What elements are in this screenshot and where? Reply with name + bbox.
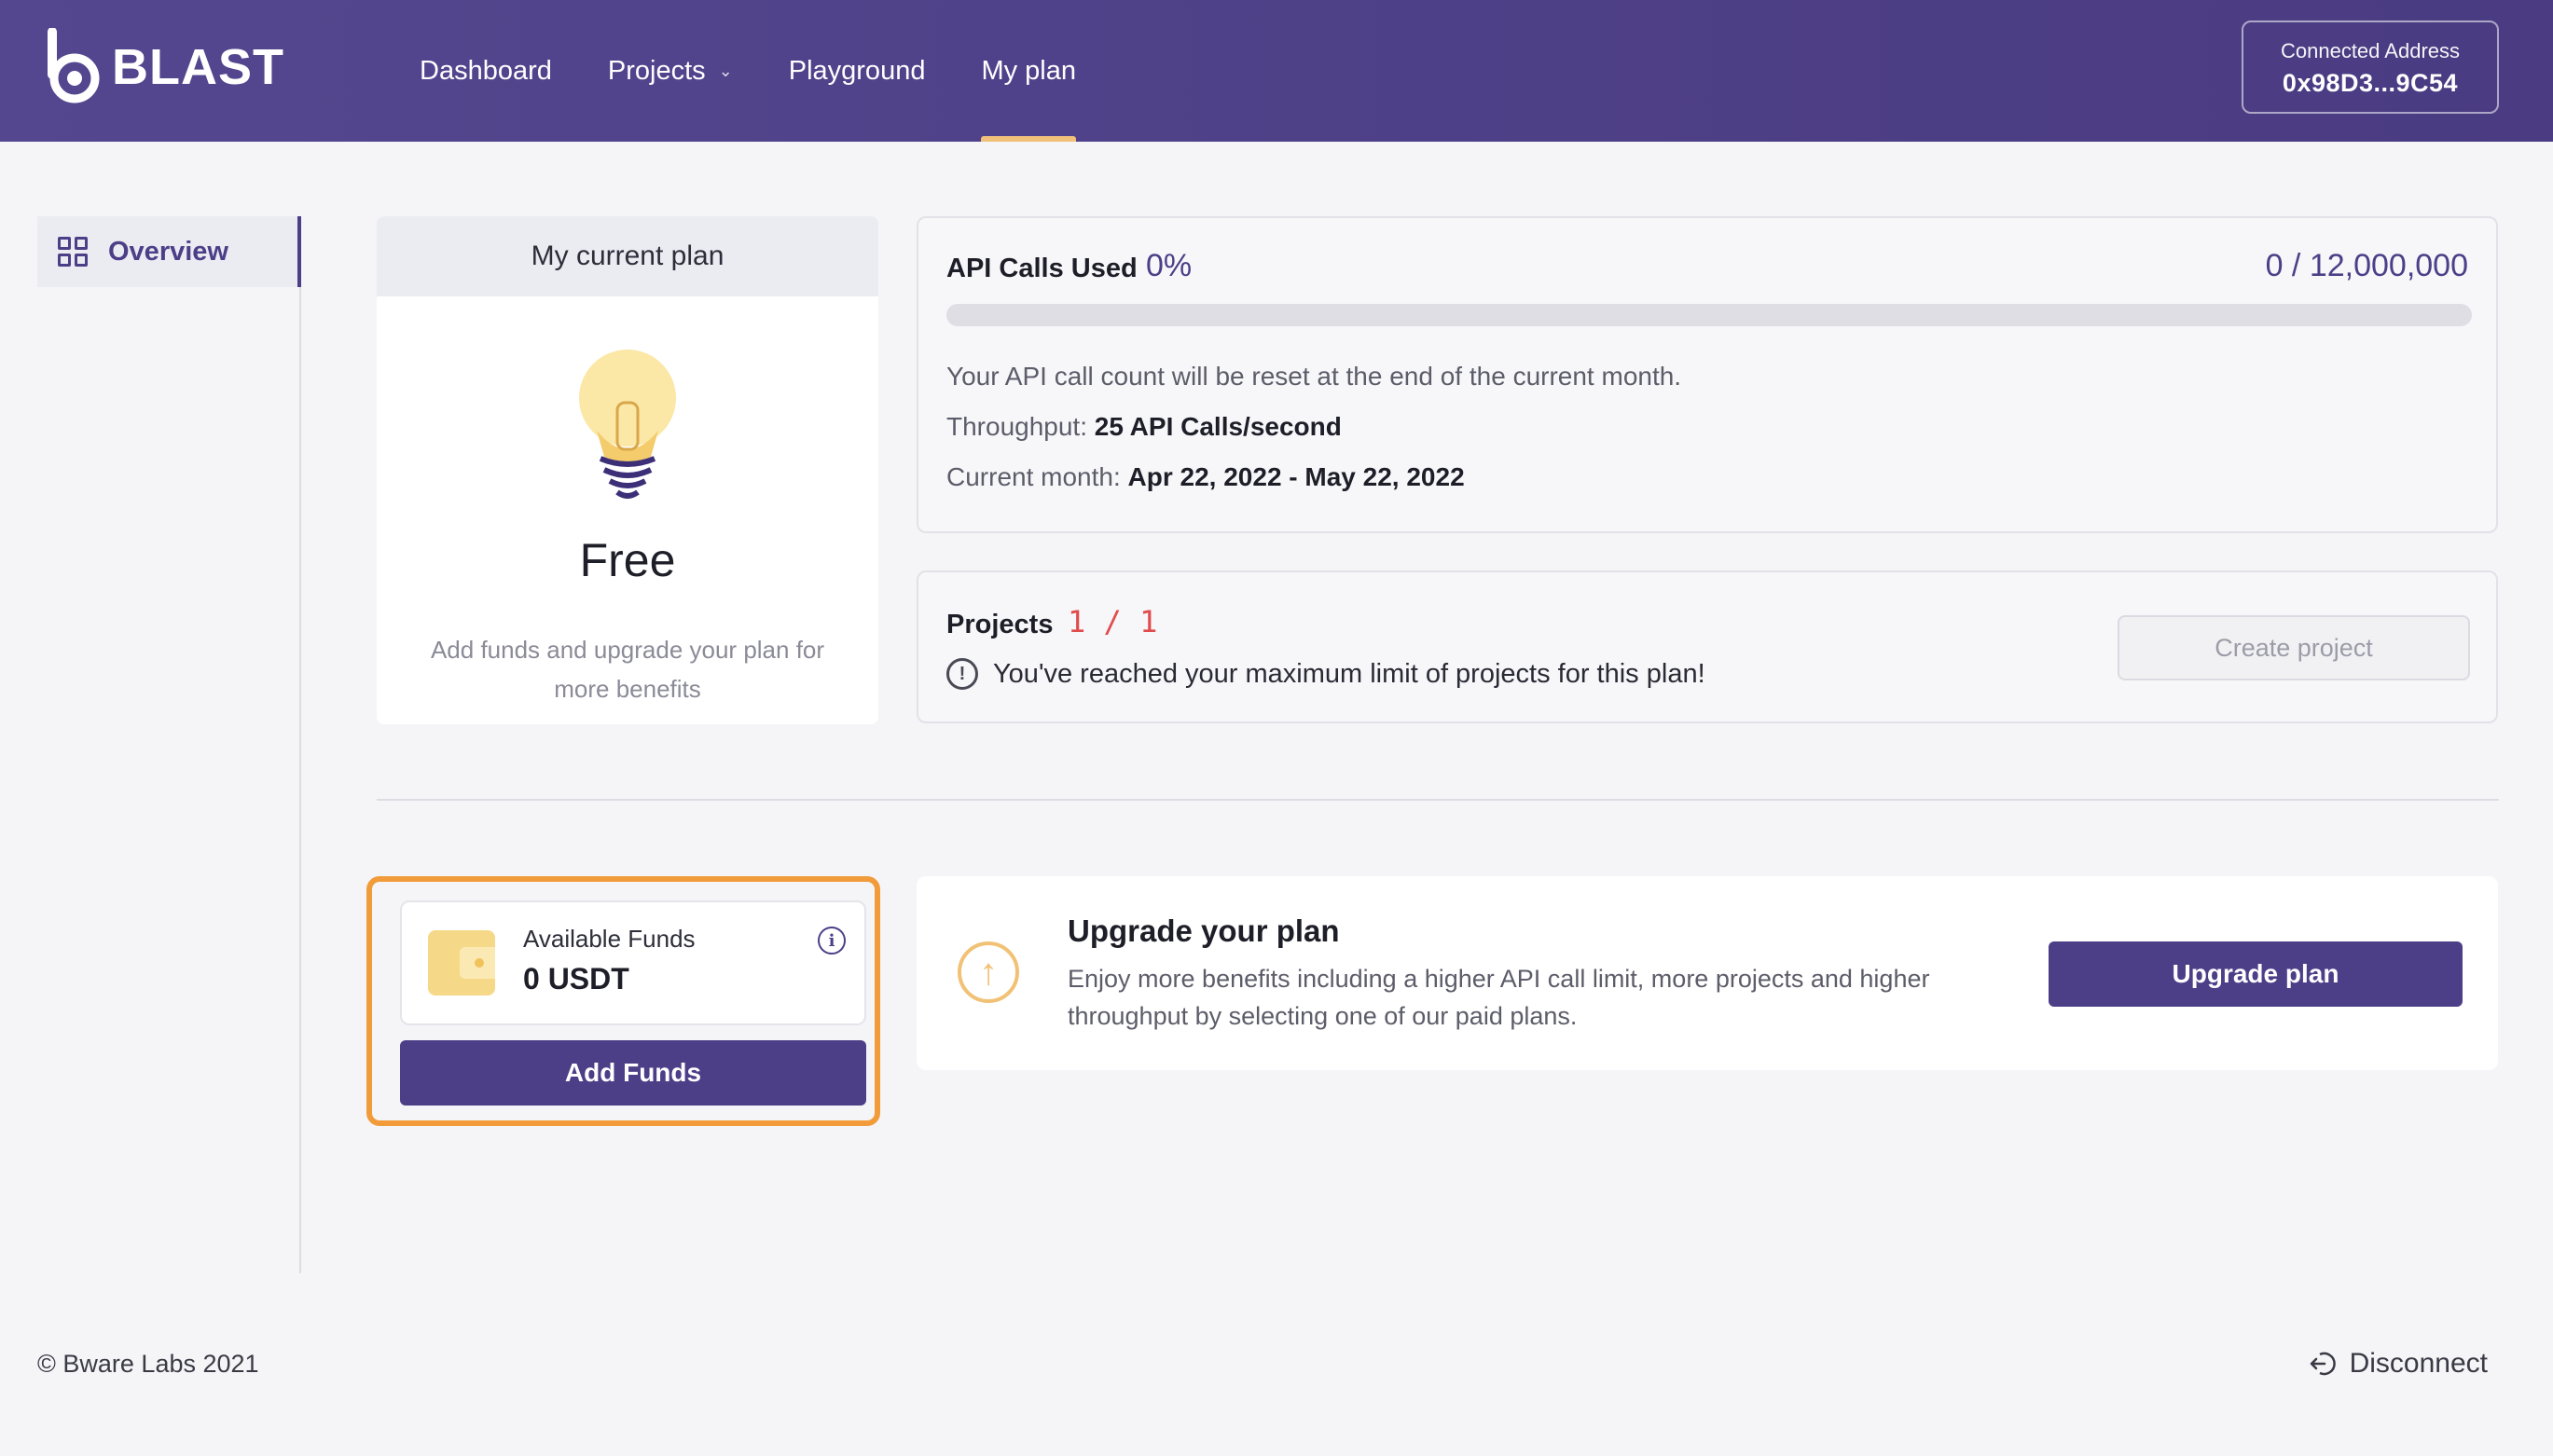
connected-address-label: Connected Address <box>2280 39 2461 62</box>
api-reset-note: Your API call count will be reset at the… <box>946 362 1682 391</box>
projects-count: 1 / 1 <box>1068 604 1158 639</box>
plan-card-header: My current plan <box>377 216 878 296</box>
grid-icon <box>58 237 88 267</box>
nav-dashboard[interactable]: Dashboard <box>420 0 552 142</box>
projects-card: Projects 1 / 1 ! You've reached your max… <box>917 570 2498 723</box>
logo-text: BLAST <box>112 39 284 95</box>
throughput-row: Throughput: 25 API Calls/second <box>946 412 1342 442</box>
sidebar-item-label: Overview <box>108 236 228 267</box>
connected-address-value: 0x98D3...9C54 <box>2282 69 2459 97</box>
available-funds-value: 0 USDT <box>523 962 629 996</box>
api-calls-count: 0 / 12,000,000 <box>2265 248 2468 283</box>
wallet-icon <box>428 930 495 996</box>
plan-name: Free <box>579 534 676 586</box>
disconnect-button[interactable]: Disconnect <box>2309 1348 2488 1380</box>
nav-label: Projects <box>607 55 706 86</box>
create-project-button[interactable]: Create project <box>2118 615 2470 680</box>
chevron-down-icon: ⌄ <box>718 61 733 80</box>
section-divider <box>377 799 2499 801</box>
current-month-row: Current month: Apr 22, 2022 - May 22, 20… <box>946 462 1465 492</box>
projects-limit-warning: ! You've reached your maximum limit of p… <box>946 658 1705 690</box>
plan-description: Add funds and upgrade your plan for more… <box>430 636 825 703</box>
available-funds-label: Available Funds <box>523 925 696 953</box>
projects-title: Projects <box>946 610 1054 639</box>
nav-my-plan[interactable]: My plan <box>981 0 1076 142</box>
sidebar-item-overview[interactable]: Overview <box>37 216 301 287</box>
upgrade-description: Enjoy more benefits including a higher A… <box>1068 965 1930 1030</box>
nav-label: My plan <box>981 55 1076 86</box>
nav-playground[interactable]: Playground <box>789 0 926 142</box>
lightbulb-icon <box>579 350 676 499</box>
sidebar-divider <box>299 216 301 1273</box>
current-plan-card: My current plan Free Add funds and upgra… <box>377 216 878 724</box>
main-nav: Dashboard Projects ⌄ Playground My plan <box>420 0 1132 142</box>
logout-icon <box>2310 1352 2336 1376</box>
upgrade-title: Upgrade your plan <box>1068 913 1340 948</box>
copyright-text: © Bware Labs 2021 <box>37 1350 259 1378</box>
top-nav-bar: BLAST Dashboard Projects ⌄ Playground My… <box>0 0 2553 142</box>
current-month-label: Current month: <box>946 462 1121 491</box>
disconnect-label: Disconnect <box>2349 1348 2488 1379</box>
projects-warning-text: You've reached your maximum limit of pro… <box>993 658 1705 689</box>
api-calls-percent: 0% <box>1146 248 1193 283</box>
connected-address-button[interactable]: Connected Address 0x98D3...9C54 <box>2242 21 2499 114</box>
funds-highlight-box: Available Funds 0 USDT i Add Funds <box>366 876 880 1126</box>
info-icon[interactable]: i <box>818 927 846 955</box>
blast-logo[interactable]: BLAST <box>43 28 284 106</box>
upgrade-plan-card: ↑ Upgrade your plan Enjoy more benefits … <box>917 876 2498 1070</box>
current-month-value: Apr 22, 2022 - May 22, 2022 <box>1127 462 1465 491</box>
throughput-label: Throughput: <box>946 412 1087 441</box>
blast-logo-icon <box>48 28 100 103</box>
arrow-up-circle-icon: ↑ <box>958 941 1019 1003</box>
nav-projects[interactable]: Projects ⌄ <box>608 0 733 142</box>
available-funds-card: Available Funds 0 USDT i <box>400 900 866 1025</box>
throughput-value: 25 API Calls/second <box>1094 412 1342 441</box>
exclamation-icon: ! <box>946 658 978 690</box>
add-funds-button[interactable]: Add Funds <box>400 1040 866 1106</box>
api-calls-title: API Calls Used <box>946 254 1138 283</box>
upgrade-plan-button[interactable]: Upgrade plan <box>2049 941 2463 1007</box>
nav-label: Dashboard <box>420 55 552 86</box>
api-usage-progress-bar <box>946 304 2472 326</box>
api-usage-card: API Calls Used 0% 0 / 12,000,000 Your AP… <box>917 216 2498 533</box>
nav-label: Playground <box>788 55 926 86</box>
